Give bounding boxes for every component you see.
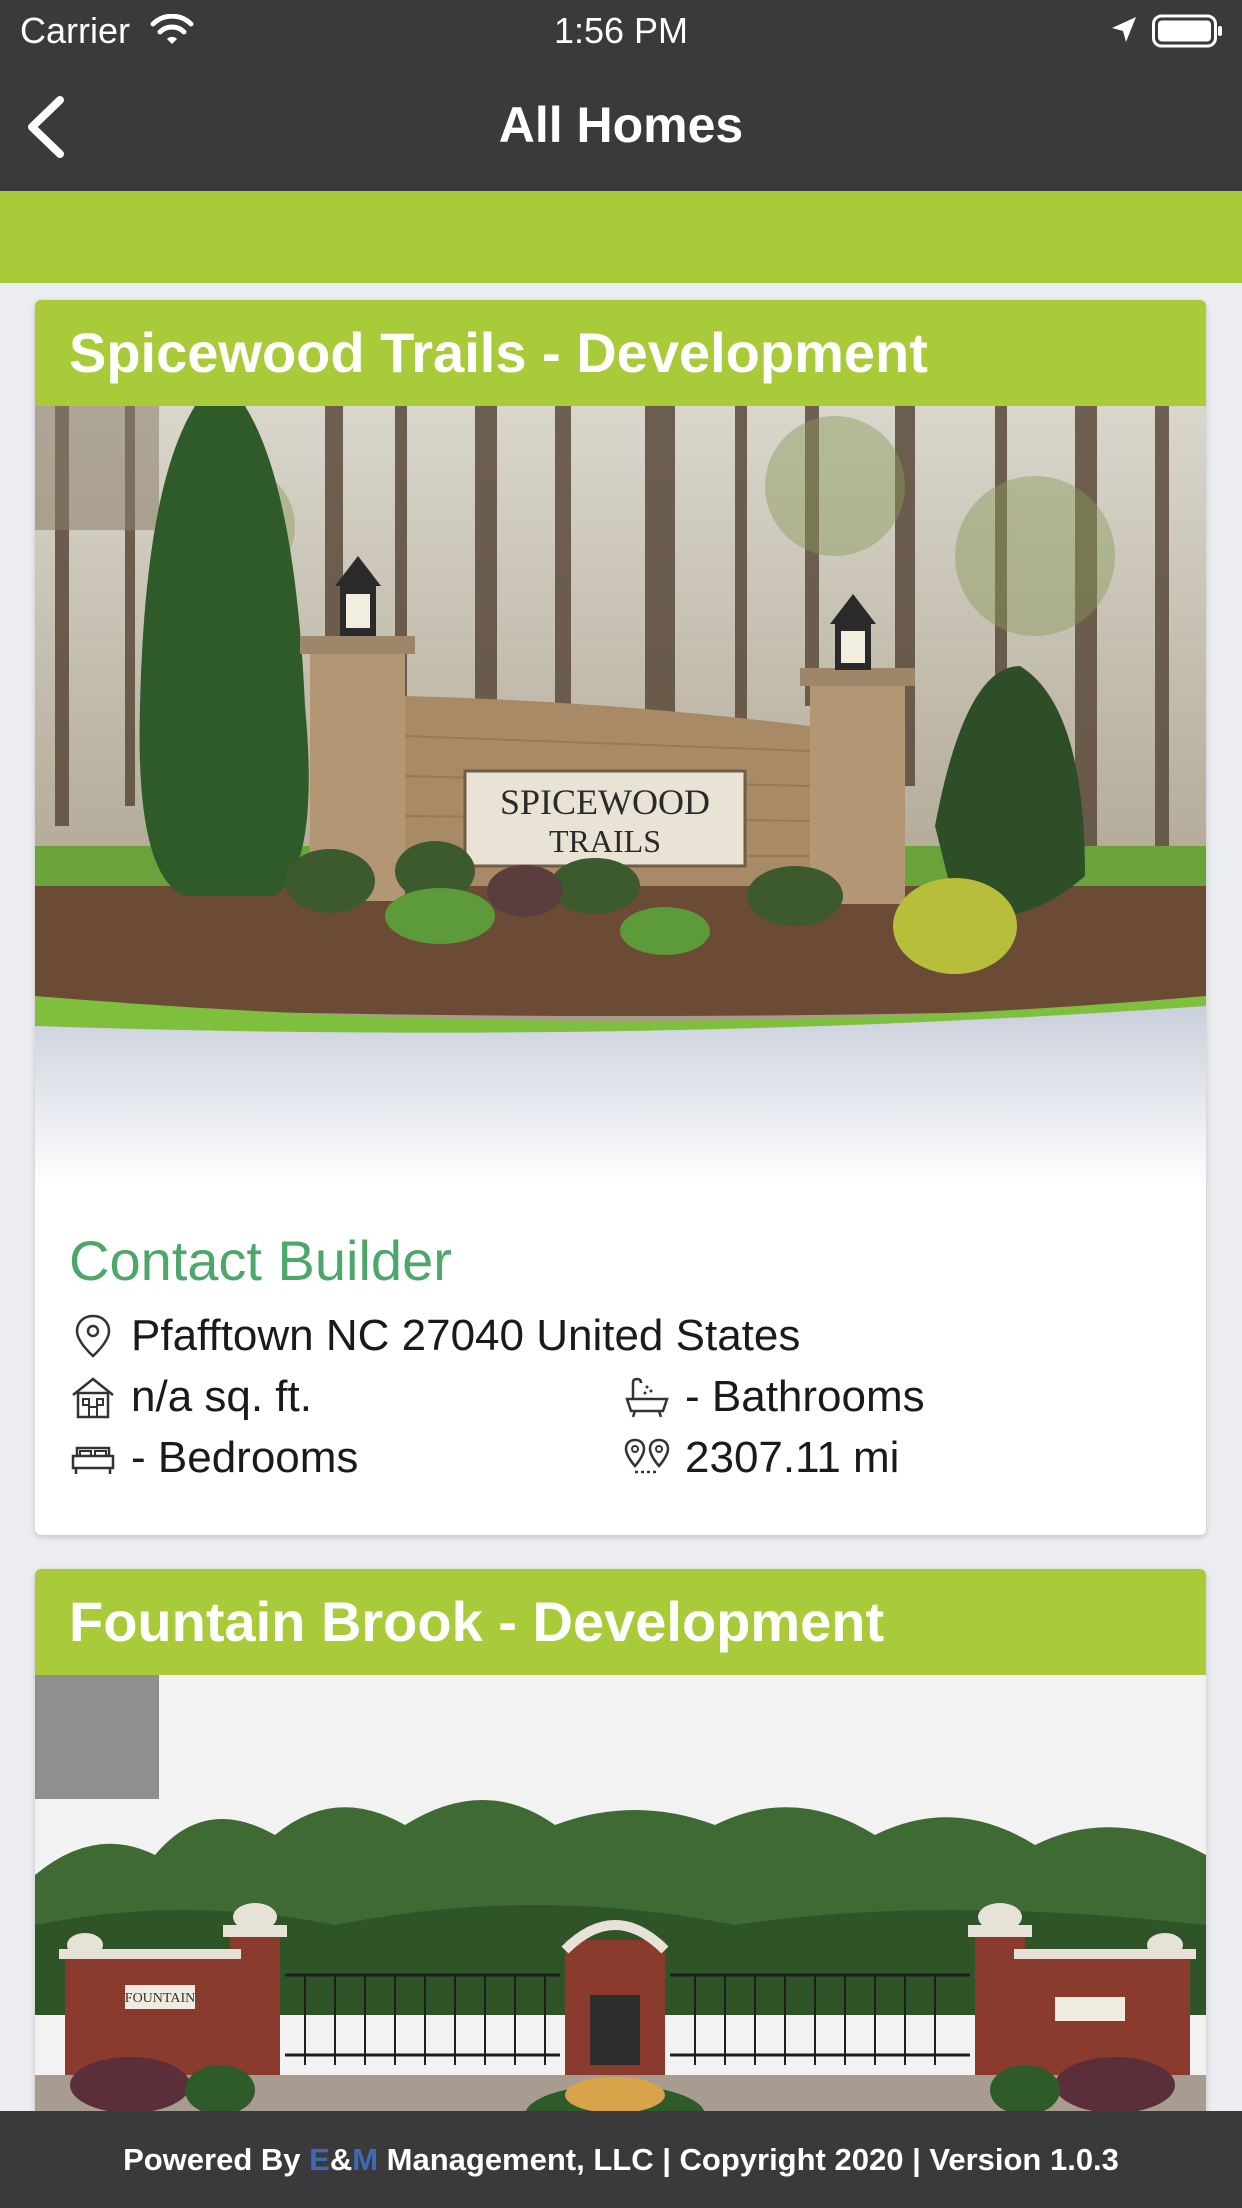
footer-brand-e: E	[309, 2142, 330, 2177]
sqft-row: n/a sq. ft.	[69, 1372, 312, 1422]
battery-icon	[1152, 14, 1222, 48]
footer-prefix: Powered By	[123, 2142, 310, 2177]
footer-suffix: Management, LLC | Copyright 2020 | Versi…	[378, 2142, 1119, 2177]
footer-brand-m: M	[352, 2142, 379, 2177]
listing-photo[interactable]: FOUNTAIN	[35, 1675, 1206, 2135]
bed-icon	[71, 1446, 115, 1474]
address-text: Pfafftown NC 27040 United States	[131, 1311, 801, 1360]
sqft-text: n/a sq. ft.	[131, 1372, 312, 1421]
distance-text: 2307.11 mi	[685, 1433, 900, 1482]
bathrooms-row: - Bathrooms	[623, 1372, 925, 1422]
house-icon	[72, 1377, 114, 1419]
distance-row: 2307.11 mi	[623, 1433, 899, 1483]
address-row: Pfafftown NC 27040 United States	[69, 1311, 800, 1361]
location-arrow-icon	[1112, 17, 1136, 42]
footer-brand-amp: &	[329, 2142, 353, 2177]
listing-title[interactable]: Fountain Brook - Development	[35, 1569, 1206, 1675]
bedrooms-text: - Bedrooms	[131, 1433, 359, 1482]
bedrooms-row: - Bedrooms	[69, 1433, 358, 1483]
map-pin-icon	[75, 1314, 111, 1358]
listing-card[interactable]: Spicewood Trails - Development SPICEWOOD…	[35, 300, 1206, 1535]
bathrooms-text: - Bathrooms	[685, 1372, 925, 1421]
sign-text-line1: SPICEWOOD	[500, 782, 710, 822]
listing-title[interactable]: Spicewood Trails - Development	[35, 300, 1206, 406]
status-bar: Carrier 1:56 PM	[0, 0, 1242, 62]
navigation-bar: All Homes	[0, 62, 1242, 191]
contact-builder-link[interactable]: Contact Builder	[69, 1228, 452, 1293]
distance-pins-icon	[624, 1438, 670, 1474]
footer-bar: Powered By E&M Management, LLC | Copyrig…	[0, 2111, 1242, 2208]
clock: 1:56 PM	[553, 10, 689, 51]
sign-text-left: FOUNTAIN	[125, 1991, 195, 2006]
sign-text-line2: TRAILS	[549, 823, 661, 859]
bathtub-icon	[625, 1377, 669, 1418]
filter-strip	[0, 191, 1242, 283]
listing-details: Contact Builder Pfafftown NC 27040 Unite…	[35, 1186, 1206, 1535]
listing-photo[interactable]: SPICEWOOD TRAILS	[35, 406, 1206, 1186]
page-title: All Homes	[498, 97, 744, 153]
